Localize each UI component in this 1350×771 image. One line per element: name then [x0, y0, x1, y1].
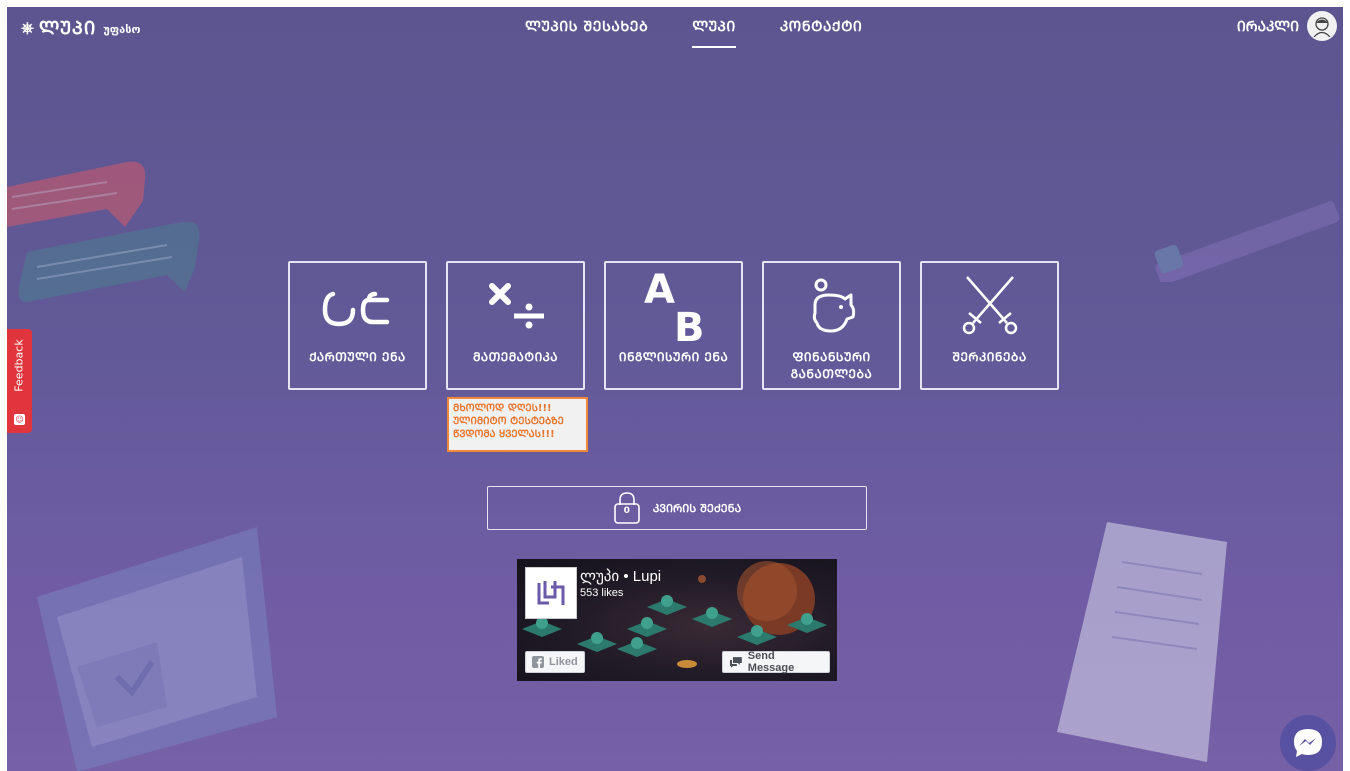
speech-bubbles-decoration: [7, 161, 200, 303]
subject-card-math[interactable]: ᲛᲐᲗᲔᲛᲐᲢᲘᲙᲐ: [446, 261, 585, 390]
svg-text:B: B: [674, 305, 705, 343]
crossed-swords-icon: [955, 269, 1025, 343]
subject-cards: ᲥᲐᲠᲗᲣᲚᲘ ᲔᲜᲐ ᲛᲐᲗᲔᲛᲐᲢᲘᲙᲐ A B ᲘᲜᲒᲚᲘᲡᲣᲠᲘ ᲔᲜᲐ: [288, 261, 1059, 390]
facebook-liked-button[interactable]: Liked: [525, 651, 585, 673]
feedback-tab[interactable]: Feedback ☺: [7, 329, 32, 433]
lock-icon: 0: [613, 491, 641, 525]
site-logo[interactable]: ⎈ ᲚᲣᲞᲘ უფასო: [21, 16, 140, 40]
logo-text: ᲚᲣᲞᲘ: [38, 18, 97, 39]
pencil-decoration: [1154, 201, 1340, 282]
subject-card-finance[interactable]: ᲤᲘᲜᲐᲜᲡᲣᲠᲘ ᲒᲐᲜᲐᲗᲚᲔᲑᲐ: [762, 261, 901, 390]
page: ⎈ ᲚᲣᲞᲘ უფასო ᲚᲣᲞᲘᲡ ᲨᲔᲡᲐᲮᲔᲑ ᲚᲣᲞᲘ ᲙᲝᲜᲢᲐᲥᲢᲘ…: [7, 7, 1343, 771]
messenger-icon: [1294, 729, 1322, 757]
top-navbar: ⎈ ᲚᲣᲞᲘ უფასო ᲚᲣᲞᲘᲡ ᲨᲔᲡᲐᲮᲔᲑ ᲚᲣᲞᲘ ᲙᲝᲜᲢᲐᲥᲢᲘ…: [7, 7, 1343, 48]
laptop-decoration: [37, 527, 277, 771]
subject-label: ᲛᲐᲗᲔᲛᲐᲢᲘᲙᲐ: [473, 350, 558, 364]
facebook-send-label: Send Message: [747, 650, 795, 674]
facebook-send-message-button[interactable]: Send Message: [722, 650, 830, 674]
georgian-letters-icon: [313, 269, 403, 343]
user-name: ᲘᲠᲐᲙᲚᲘ: [1236, 18, 1299, 35]
buy-key-label: ᲙᲕᲘᲠᲘᲡ ᲨᲔᲫᲔᲜᲐ: [652, 501, 742, 515]
buy-key-button[interactable]: 0 ᲙᲕᲘᲠᲘᲡ ᲨᲔᲫᲔᲜᲐ: [487, 486, 867, 530]
subject-label: ᲥᲐᲠᲗᲣᲚᲘ ᲔᲜᲐ: [309, 350, 406, 364]
piggy-bank-icon: [797, 269, 867, 343]
messenger-chat-button[interactable]: [1280, 715, 1336, 771]
main-nav: ᲚᲣᲞᲘᲡ ᲨᲔᲡᲐᲮᲔᲑ ᲚᲣᲞᲘ ᲙᲝᲜᲢᲐᲥᲢᲘ: [525, 17, 862, 48]
message-icon: [729, 657, 742, 668]
svg-text:A: A: [644, 269, 675, 313]
logo-icon: ⎈: [21, 18, 34, 37]
facebook-page-avatar[interactable]: [525, 567, 577, 619]
user-menu[interactable]: ᲘᲠᲐᲙᲚᲘ: [1237, 11, 1337, 41]
ab-letters-icon: A B: [634, 269, 714, 343]
facebook-page-name[interactable]: ლუპი • Lupi: [580, 567, 661, 585]
nav-lupi[interactable]: ᲚᲣᲞᲘ: [692, 17, 736, 48]
subject-card-georgian[interactable]: ᲥᲐᲠᲗᲣᲚᲘ ᲔᲜᲐ: [288, 261, 427, 390]
subject-card-english[interactable]: A B ᲘᲜᲒᲚᲘᲡᲣᲠᲘ ᲔᲜᲐ: [604, 261, 743, 390]
avatar[interactable]: [1307, 11, 1337, 41]
nav-contact[interactable]: ᲙᲝᲜᲢᲐᲥᲢᲘ: [780, 17, 862, 48]
lupi-logo-icon: [537, 581, 565, 605]
subject-card-fencing[interactable]: ᲨᲔᲠᲙᲘᲜᲔᲑᲐ: [920, 261, 1059, 390]
feedback-icon: ☺: [14, 414, 25, 425]
nav-about[interactable]: ᲚᲣᲞᲘᲡ ᲨᲔᲡᲐᲮᲔᲑ: [525, 17, 648, 48]
subject-label: ᲘᲜᲒᲚᲘᲡᲣᲠᲘ ᲔᲜᲐ: [618, 350, 729, 364]
promo-banner: ᲛᲮᲝᲚᲝᲓ ᲓᲦᲔᲡ!!! ᲣᲚᲘᲛᲘᲢᲝ ᲢᲔᲡᲢᲔᲑᲖᲔ ᲬᲕᲓᲝᲛᲐ Ყ…: [447, 397, 588, 452]
subject-label: ᲨᲔᲠᲙᲘᲜᲔᲑᲐ: [952, 350, 1027, 364]
key-count: 0: [623, 506, 630, 516]
document-decoration: [1057, 522, 1227, 762]
facebook-icon: [532, 656, 544, 668]
user-avatar-icon: [1313, 17, 1331, 37]
subject-label: ᲤᲘᲜᲐᲜᲡᲣᲠᲘ ᲒᲐᲜᲐᲗᲚᲔᲑᲐ: [790, 350, 873, 381]
feedback-label: Feedback: [13, 339, 27, 392]
facebook-likes-count: 553 likes: [580, 587, 624, 599]
logo-free-badge: უფასო: [103, 23, 141, 36]
facebook-liked-label: Liked: [549, 656, 578, 668]
facebook-page-widget[interactable]: ლუპი • Lupi 553 likes Liked Send Message: [517, 559, 837, 681]
math-operators-icon: [476, 269, 556, 343]
